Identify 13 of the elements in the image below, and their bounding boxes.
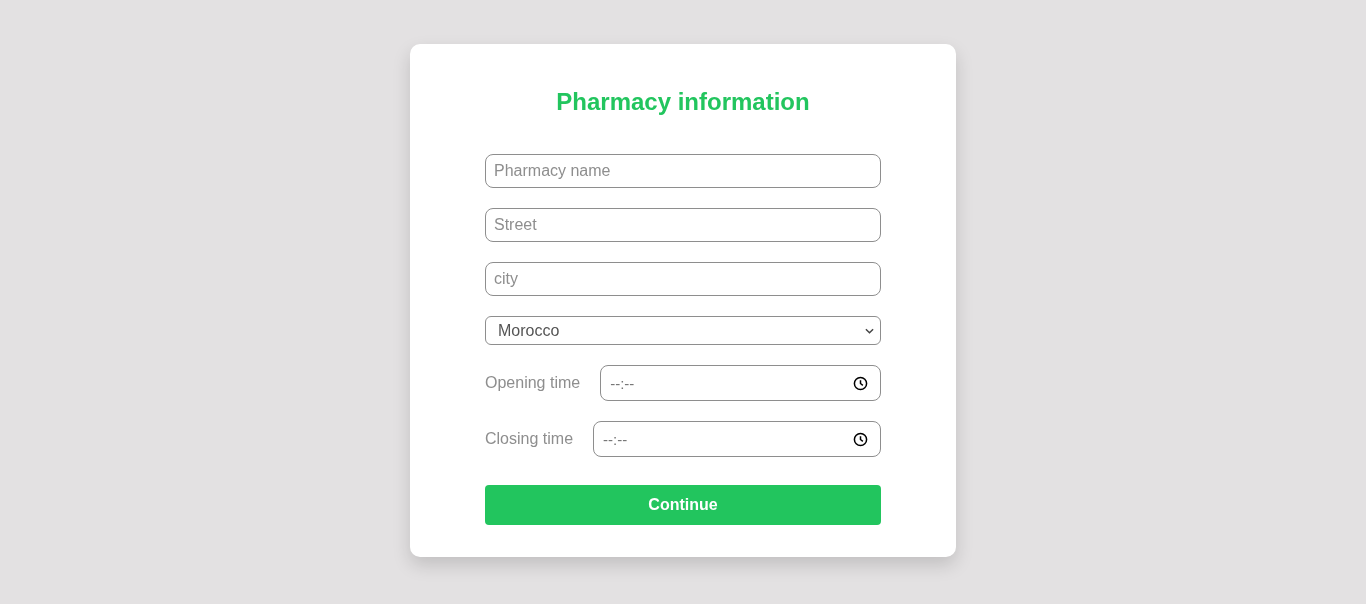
- clock-icon[interactable]: [853, 431, 868, 447]
- country-dropdown[interactable]: Morocco: [485, 316, 881, 345]
- form-title: Pharmacy information: [555, 88, 811, 116]
- time-field[interactable]: --:--: [593, 421, 881, 457]
- text-field[interactable]: city: [485, 262, 881, 296]
- text-field[interactable]: Pharmacy name: [485, 154, 881, 188]
- caret-icon: [865, 327, 874, 334]
- clock-icon[interactable]: [853, 375, 868, 391]
- field-label: Closing time: [485, 430, 574, 448]
- time-field[interactable]: --:--: [600, 365, 881, 401]
- field-label: Opening time: [485, 374, 581, 392]
- continue-button[interactable]: Continue: [485, 485, 881, 525]
- text-field[interactable]: Street: [485, 208, 881, 242]
